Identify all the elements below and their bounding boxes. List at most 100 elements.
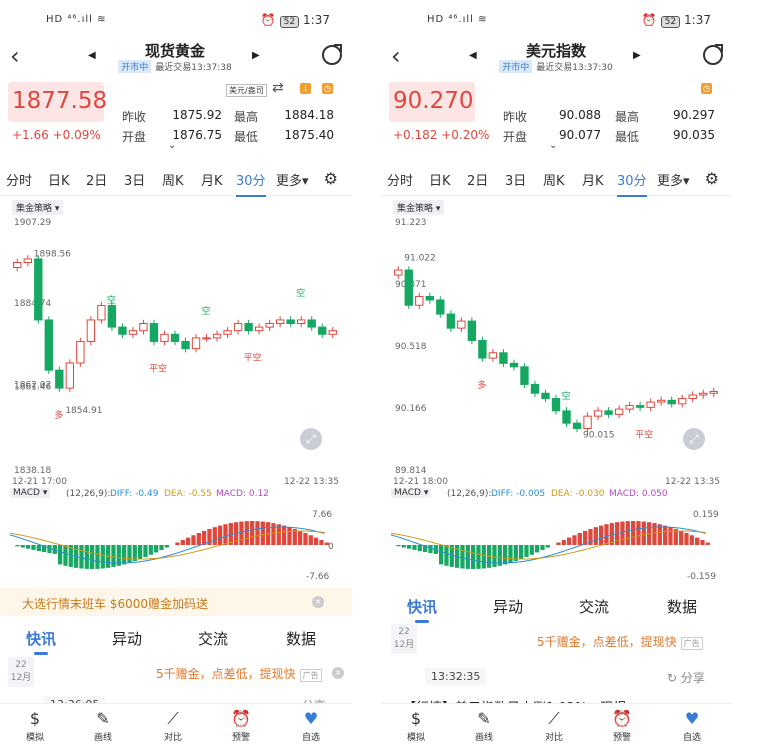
macd-histogram-bar bbox=[79, 545, 84, 569]
candle-body bbox=[286, 319, 295, 325]
candle-body bbox=[635, 405, 645, 408]
macd-dea: DEA: -0.55 bbox=[164, 489, 212, 499]
fullscreen-icon[interactable]: ⤢ bbox=[683, 428, 705, 450]
unit-badge[interactable]: 美元/盎司 bbox=[226, 84, 267, 97]
macd-selector[interactable]: MACD ▾ bbox=[391, 488, 432, 498]
candle-body bbox=[394, 269, 403, 276]
period-tab[interactable]: 月K bbox=[582, 170, 604, 189]
refresh-icon[interactable] bbox=[322, 44, 342, 65]
back-icon[interactable]: ‹ bbox=[391, 42, 401, 70]
expand-chevron-icon[interactable]: ⌄ bbox=[168, 140, 176, 151]
macd-value: MACD: 0.050 bbox=[609, 489, 668, 499]
macd-histogram-bar bbox=[287, 527, 292, 545]
macd-legend: MACD ▾ (12,26,9): DIFF: -0.005 DEA: -0.0… bbox=[381, 487, 733, 503]
period-tab-active[interactable]: 30分 bbox=[236, 170, 266, 197]
news-tabs: 快讯 异动 交流 数据 bbox=[381, 588, 733, 624]
date-month: 12月 bbox=[10, 673, 32, 683]
macd-histogram-bar bbox=[535, 545, 540, 553]
macd-histogram-bar bbox=[26, 545, 31, 549]
y-tick-label: 1907.29 bbox=[14, 218, 51, 228]
macd-selector[interactable]: MACD ▾ bbox=[10, 488, 51, 498]
alert-icon[interactable]: ◷ bbox=[701, 83, 712, 94]
tab-flash[interactable]: 快讯 bbox=[26, 628, 56, 655]
macd-histogram-bar bbox=[705, 542, 710, 545]
back-icon[interactable]: ‹ bbox=[10, 42, 20, 70]
period-tab[interactable]: 日K bbox=[48, 170, 70, 189]
signal-label: 空 bbox=[296, 287, 305, 299]
date-chip: 22 12月 bbox=[8, 657, 34, 687]
period-tab[interactable]: 日K bbox=[429, 170, 451, 189]
period-tab[interactable]: 周K bbox=[162, 170, 184, 189]
period-tab[interactable]: 2日 bbox=[86, 170, 107, 189]
max-price-label: 1898.56 bbox=[34, 249, 71, 259]
tab-data[interactable]: 数据 bbox=[667, 596, 697, 617]
next-instrument-icon[interactable]: ▶ bbox=[252, 50, 260, 61]
macd-histogram-bar bbox=[303, 533, 308, 545]
alert-icon[interactable]: ◷ bbox=[322, 83, 333, 94]
period-tab-active[interactable]: 30分 bbox=[617, 170, 647, 197]
tab-community[interactable]: 交流 bbox=[579, 596, 609, 617]
macd-histogram-bar bbox=[407, 545, 412, 549]
nav-simulate[interactable]: $ 模拟 bbox=[391, 708, 441, 743]
period-tab[interactable]: 3日 bbox=[505, 170, 526, 189]
candlestick-chart[interactable]: 1907.291884.741861.461862.021838.1812-21… bbox=[0, 212, 352, 492]
gear-icon[interactable]: ⚙ bbox=[705, 169, 719, 188]
period-tab[interactable]: 2日 bbox=[467, 170, 488, 189]
ad-text[interactable]: 5千赠金，点差低，提现快 广告 bbox=[537, 633, 703, 650]
period-tab[interactable]: 周K bbox=[543, 170, 565, 189]
candle-body bbox=[254, 326, 264, 332]
candle-body bbox=[467, 320, 477, 341]
macd-histogram-bar bbox=[444, 545, 449, 566]
tab-movers[interactable]: 异动 bbox=[112, 628, 142, 649]
gear-icon[interactable]: ⚙ bbox=[324, 169, 338, 188]
macd-histogram-bar bbox=[524, 545, 529, 557]
period-tab[interactable]: 分时 bbox=[387, 170, 413, 189]
macd-histogram-bar bbox=[20, 545, 25, 548]
nav-compare[interactable]: ⟋ 对比 bbox=[148, 708, 198, 743]
more-periods[interactable]: 更多▾ bbox=[276, 170, 309, 189]
info-icon[interactable]: i bbox=[300, 83, 311, 94]
refresh-icon[interactable] bbox=[703, 44, 723, 65]
tab-community[interactable]: 交流 bbox=[198, 628, 228, 649]
share-button[interactable]: ↻ 分享 bbox=[667, 669, 705, 686]
nav-watchlist[interactable]: ♥ 自选 bbox=[667, 708, 717, 743]
macd-histogram-bar bbox=[58, 545, 63, 565]
nav-alert[interactable]: ⏰ 预警 bbox=[597, 708, 647, 743]
ad-close-icon[interactable]: × bbox=[332, 667, 344, 679]
period-tab[interactable]: 月K bbox=[201, 170, 223, 189]
heart-icon: ♥ bbox=[303, 709, 319, 728]
nav-watchlist[interactable]: ♥ 自选 bbox=[286, 708, 336, 743]
fullscreen-icon[interactable]: ⤢ bbox=[300, 428, 322, 450]
promo-banner[interactable]: 大选行情末班车 $6000赠金加码送 × bbox=[0, 588, 352, 616]
nav-draw[interactable]: ✎ 画线 bbox=[459, 708, 509, 743]
clock: 1:37 bbox=[303, 13, 330, 27]
swap-icon[interactable]: ⇄ bbox=[272, 80, 284, 96]
candlestick-chart[interactable]: 91.22390.87190.51890.16689.81412-21 18:0… bbox=[381, 212, 733, 492]
nav-compare[interactable]: ⟋ 对比 bbox=[529, 708, 579, 743]
nav-draw[interactable]: ✎ 画线 bbox=[78, 708, 128, 743]
macd-histogram-bar bbox=[412, 545, 417, 550]
macd-histogram-bar bbox=[663, 525, 668, 545]
tab-movers[interactable]: 异动 bbox=[493, 596, 523, 617]
more-periods[interactable]: 更多▾ bbox=[657, 170, 690, 189]
next-instrument-icon[interactable]: ▶ bbox=[633, 50, 641, 61]
tab-data[interactable]: 数据 bbox=[286, 628, 316, 649]
period-tab[interactable]: 分时 bbox=[6, 170, 32, 189]
nav-simulate[interactable]: $ 模拟 bbox=[10, 708, 60, 743]
prev-instrument-icon[interactable]: ◀ bbox=[88, 50, 96, 61]
macd-min-label: -7.66 bbox=[306, 572, 330, 582]
period-tab[interactable]: 3日 bbox=[124, 170, 145, 189]
bottom-nav: $ 模拟 ✎ 画线 ⟋ 对比 ⏰ 预警 ♥ 自选 bbox=[381, 703, 733, 749]
nav-alert[interactable]: ⏰ 预警 bbox=[216, 708, 266, 743]
trade-status: 开市中 最近交易13:37:38 bbox=[100, 60, 250, 73]
macd-histogram-bar bbox=[636, 521, 641, 545]
candle-body bbox=[625, 405, 634, 410]
prev-instrument-icon[interactable]: ◀ bbox=[469, 50, 477, 61]
signal-label: 多 bbox=[477, 379, 486, 391]
expand-chevron-icon[interactable]: ⌄ bbox=[549, 140, 557, 151]
ad-text[interactable]: 5千赠金，点差低，提现快 广告 bbox=[156, 665, 322, 682]
close-icon[interactable]: × bbox=[312, 596, 324, 608]
macd-histogram-bar bbox=[244, 521, 249, 545]
tab-flash[interactable]: 快讯 bbox=[407, 596, 437, 623]
macd-histogram-bar bbox=[212, 527, 217, 545]
